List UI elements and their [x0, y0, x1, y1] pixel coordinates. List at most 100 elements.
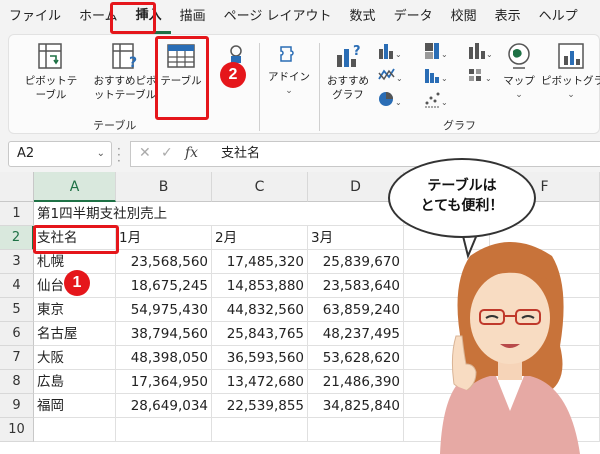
insert-function-icon[interactable]: fx — [185, 145, 198, 161]
pivot-table-label: ピボットテーブル — [24, 75, 78, 101]
row-header[interactable]: 5 — [0, 298, 34, 322]
pivot-table-button[interactable]: ピボットテーブル — [15, 41, 87, 102]
grid-cell[interactable] — [212, 418, 308, 442]
globe-icon — [508, 43, 530, 69]
grid-cell[interactable]: 名古屋 — [34, 322, 116, 346]
woman-illustration — [440, 242, 580, 454]
name-box-chevron-icon[interactable]: ⌄ — [97, 142, 105, 166]
grid-cell[interactable]: 25,839,670 — [308, 250, 404, 274]
grid-cell[interactable]: 第1四半期支社別売上 — [34, 202, 308, 226]
addins-button[interactable]: アドイン ⌄ — [267, 43, 311, 98]
group-label-chart: グラフ — [443, 119, 476, 132]
name-box-value: A2 — [17, 146, 35, 161]
table-button-highlight — [155, 36, 209, 120]
pivot-table-icon — [38, 43, 62, 69]
scatter-line-icon[interactable]: ⌄ — [377, 65, 403, 85]
grid-cell[interactable]: 13,472,680 — [212, 370, 308, 394]
grid-cell[interactable]: 3月 — [308, 226, 404, 250]
pivot-chart-label: ピボットグラフ — [541, 75, 600, 87]
tab-review[interactable]: 校閲 — [442, 0, 486, 34]
grid-cell[interactable]: 44,832,560 — [212, 298, 308, 322]
recommended-charts-button[interactable]: ? おすすめグラフ — [323, 41, 373, 102]
grid-cell[interactable]: 53,628,620 — [308, 346, 404, 370]
grid-cell[interactable]: 21,486,390 — [308, 370, 404, 394]
row-header[interactable]: 8 — [0, 370, 34, 394]
grid-cell[interactable]: 福岡 — [34, 394, 116, 418]
tab-file[interactable]: ファイル — [0, 0, 70, 34]
svg-text:⌄: ⌄ — [441, 50, 448, 59]
grid-cell[interactable]: 17,364,950 — [116, 370, 212, 394]
grid-cell[interactable]: 28,649,034 — [116, 394, 212, 418]
recommended-pivot-label: おすすめピボットテーブル — [93, 75, 157, 101]
row-header[interactable]: 9 — [0, 394, 34, 418]
grid-cell[interactable]: 大阪 — [34, 346, 116, 370]
tab-page-layout[interactable]: ページ レイアウト — [215, 0, 341, 34]
recommended-charts-label: おすすめグラフ — [327, 75, 369, 101]
scatter-chart-icon[interactable]: ⌄ — [423, 89, 449, 109]
row-header[interactable]: 1 — [0, 202, 34, 226]
grid-cell[interactable]: 2月 — [212, 226, 308, 250]
svg-text:?: ? — [129, 55, 137, 71]
tab-view[interactable]: 表示 — [486, 0, 530, 34]
recommended-pivot-button[interactable]: ? おすすめピボットテーブル — [87, 41, 163, 102]
grid-cell[interactable]: 54,975,430 — [116, 298, 212, 322]
column-header-a[interactable]: A — [34, 172, 116, 202]
tab-data[interactable]: データ — [385, 0, 442, 34]
grid-cell[interactable]: 48,237,495 — [308, 322, 404, 346]
row-header[interactable]: 2 — [0, 226, 34, 250]
column-header-c[interactable]: C — [212, 172, 308, 202]
column-header-b[interactable]: B — [116, 172, 212, 202]
column-chart-icon[interactable]: ⌄ — [377, 41, 403, 61]
ribbon-separator — [259, 43, 260, 131]
tab-formulas[interactable]: 数式 — [341, 0, 385, 34]
insert-tab-highlight — [110, 2, 156, 34]
grid-cell[interactable]: 23,583,640 — [308, 274, 404, 298]
tab-help[interactable]: ヘルプ — [530, 0, 587, 34]
cell-a2-highlight — [33, 225, 119, 254]
grid-cell[interactable]: 1月 — [116, 226, 212, 250]
line-chart-icon[interactable]: ⌄ — [467, 41, 493, 61]
formula-input[interactable]: 支社名 — [221, 142, 260, 166]
hierarchy-chart-icon[interactable]: ⌄ — [423, 41, 449, 61]
grid-cell[interactable] — [116, 418, 212, 442]
enter-icon[interactable]: ✓ — [161, 145, 173, 161]
addins-label: アドイン — [268, 71, 310, 83]
row-header[interactable]: 4 — [0, 274, 34, 298]
pie-chart-icon[interactable]: ⌄ — [377, 89, 403, 109]
svg-text:⌄: ⌄ — [485, 74, 492, 83]
grid-cell[interactable] — [308, 418, 404, 442]
pivot-chart-button[interactable]: ピボットグラフ ⌄ — [541, 41, 600, 102]
name-box[interactable]: A2 ⌄ — [8, 141, 112, 167]
select-all-corner[interactable] — [0, 172, 34, 202]
grid-cell[interactable]: 18,675,245 — [116, 274, 212, 298]
svg-text:⌄: ⌄ — [395, 98, 402, 107]
grid-cell[interactable] — [34, 418, 116, 442]
grid-cell[interactable]: 38,794,560 — [116, 322, 212, 346]
combo-chart-icon[interactable]: ⌄ — [467, 65, 493, 85]
maps-button[interactable]: マップ ⌄ — [499, 41, 539, 102]
svg-text:⌄: ⌄ — [486, 50, 493, 59]
svg-text:?: ? — [353, 44, 361, 59]
row-header[interactable]: 3 — [0, 250, 34, 274]
grid-cell[interactable]: 36,593,560 — [212, 346, 308, 370]
row-header[interactable]: 10 — [0, 418, 34, 442]
grid-cell[interactable]: 48,398,050 — [116, 346, 212, 370]
ribbon: ピボットテーブル ? おすすめピボットテーブル テーブル アドイン ⌄ ? おす… — [0, 34, 600, 134]
row-header[interactable]: 7 — [0, 346, 34, 370]
grid-cell[interactable]: 17,485,320 — [212, 250, 308, 274]
grid-cell[interactable]: 東京 — [34, 298, 116, 322]
grid-cell[interactable]: 広島 — [34, 370, 116, 394]
statistic-chart-icon[interactable]: ⌄ — [423, 65, 449, 85]
speech-bubble-text: テーブルは とても便利！ — [388, 176, 536, 216]
svg-text:⌄: ⌄ — [441, 98, 448, 107]
cancel-icon[interactable]: ✕ — [139, 145, 151, 161]
grid-cell[interactable]: 23,568,560 — [116, 250, 212, 274]
tab-draw[interactable]: 描画 — [171, 0, 215, 34]
grid-cell[interactable]: 25,843,765 — [212, 322, 308, 346]
grid-cell[interactable]: 14,853,880 — [212, 274, 308, 298]
grid-cell[interactable]: 34,825,840 — [308, 394, 404, 418]
grid-cell[interactable]: 22,539,855 — [212, 394, 308, 418]
ribbon-separator-2 — [319, 43, 320, 131]
row-header[interactable]: 6 — [0, 322, 34, 346]
grid-cell[interactable]: 63,859,240 — [308, 298, 404, 322]
